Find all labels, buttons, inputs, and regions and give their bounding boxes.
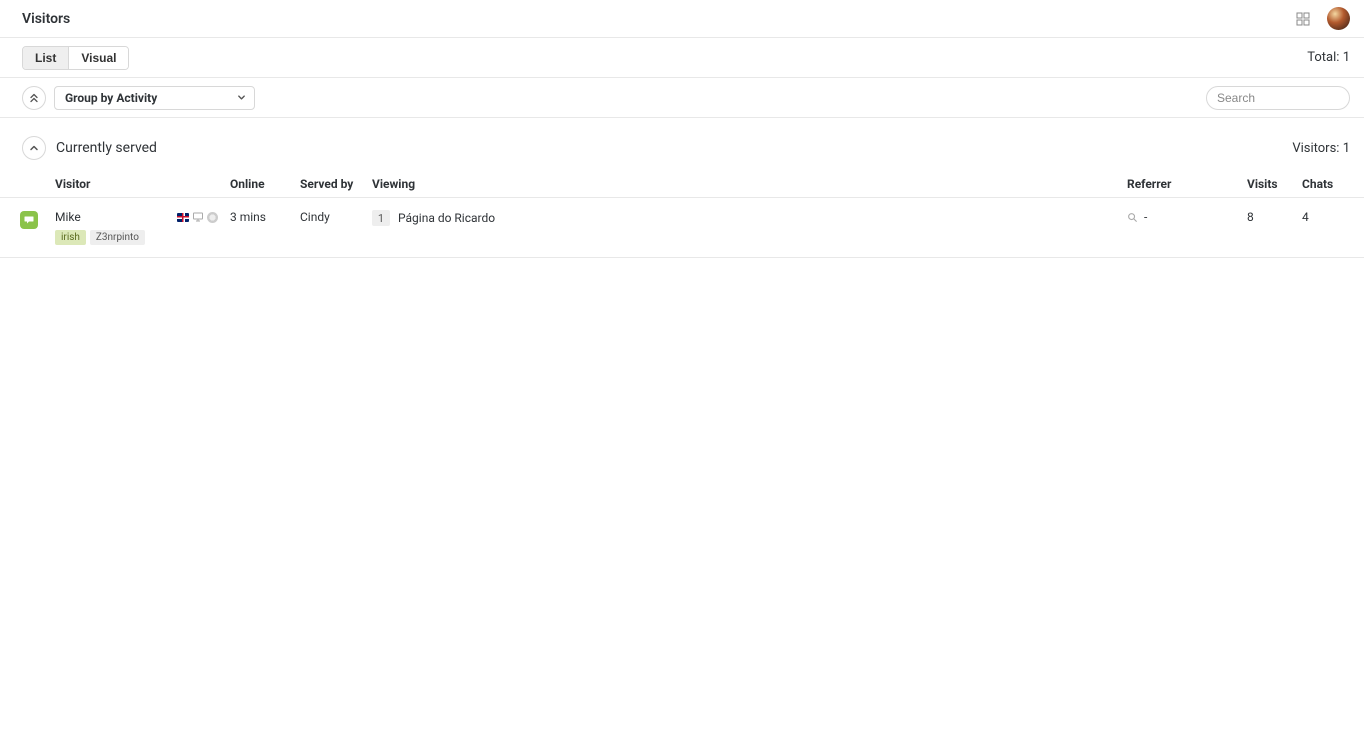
viewing-count-badge: 1 [372,210,390,226]
page-title: Visitors [22,11,70,27]
col-served-by[interactable]: Served by [300,177,372,191]
cell-visitor: Mike irish Z3nrpinto [55,210,230,245]
col-viewing[interactable]: Viewing [372,177,1127,191]
tab-list[interactable]: List [23,47,68,69]
country-flag-icon [177,213,189,222]
col-online[interactable]: Online [230,177,300,191]
tab-visual[interactable]: Visual [68,47,128,69]
cell-referrer: - [1127,210,1247,224]
col-visits[interactable]: Visits [1247,177,1302,191]
collapse-all-button[interactable] [22,86,46,110]
top-bar: Visitors [0,0,1364,38]
cell-viewing: 1 Página do Ricardo [372,210,1127,226]
section-left: Currently served [22,136,157,160]
search-wrap [1206,86,1350,110]
visitor-tags: irish Z3nrpinto [55,230,230,245]
search-icon [1127,212,1138,223]
viewing-page: Página do Ricardo [398,211,495,225]
view-toggle: List Visual [22,46,129,70]
user-avatar[interactable] [1327,7,1350,30]
apps-grid-icon[interactable] [1295,11,1311,27]
cell-online: 3 mins [230,210,300,224]
group-by-label: Group by Activity [65,91,157,105]
table-header: Visitor Online Served by Viewing Referre… [0,170,1364,198]
visitors-table: Visitor Online Served by Viewing Referre… [0,170,1364,258]
cell-chats: 4 [1302,210,1350,224]
top-bar-right [1295,7,1350,30]
total-value: 1 [1343,50,1350,65]
col-visitor[interactable]: Visitor [55,177,230,191]
total-count: Total: 1 [1307,50,1350,65]
table-row[interactable]: Mike irish Z3nrpinto [0,198,1364,258]
col-chats[interactable]: Chats [1302,177,1350,191]
referrer-value: - [1144,210,1147,224]
visitor-name: Mike [55,210,81,224]
section-header: Currently served Visitors: 1 [0,118,1364,170]
chevron-down-icon [237,93,246,102]
view-bar: List Visual Total: 1 [0,38,1364,78]
total-label: Total: [1307,50,1339,65]
group-by-select[interactable]: Group by Activity [54,86,255,110]
col-referrer[interactable]: Referrer [1127,177,1247,191]
chevron-up-icon [29,143,39,153]
section-count-value: 1 [1343,141,1350,156]
visitor-tag[interactable]: irish [55,230,86,245]
filter-left: Group by Activity [22,86,255,110]
browser-icon [207,212,218,223]
cell-served-by: Cindy [300,210,372,224]
visitor-tag[interactable]: Z3nrpinto [90,230,145,245]
collapse-section-button[interactable] [22,136,46,160]
filter-bar: Group by Activity [0,78,1364,118]
search-input[interactable] [1206,86,1350,110]
cell-visits: 8 [1247,210,1302,224]
section-title: Currently served [56,140,157,156]
double-chevron-up-icon [29,93,39,103]
chat-status-icon [20,211,38,229]
visitor-meta-icons [177,211,218,223]
device-desktop-icon [192,211,204,223]
section-count-label: Visitors: [1292,141,1339,156]
section-count: Visitors: 1 [1292,141,1350,156]
